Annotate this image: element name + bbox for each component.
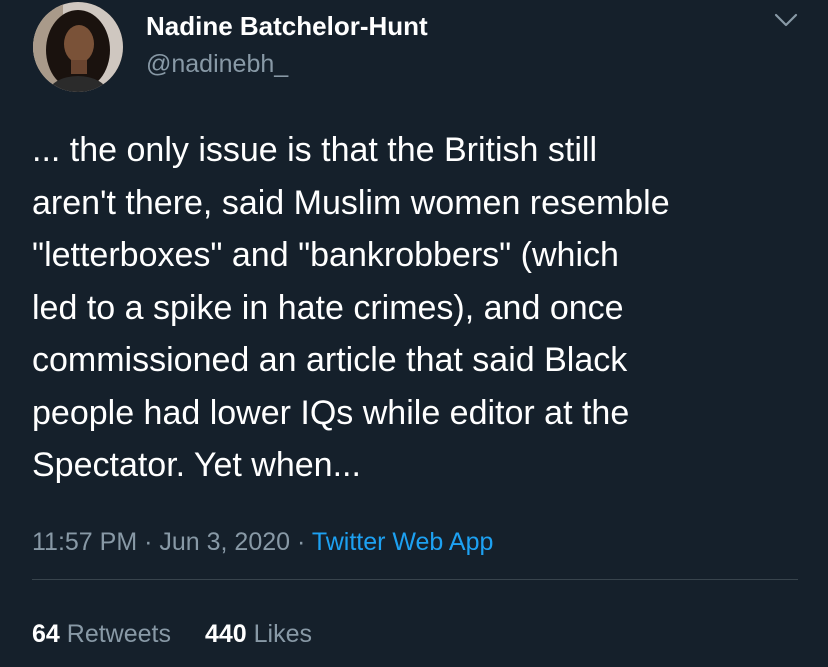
author-name[interactable]: Nadine Batchelor-Hunt — [146, 11, 428, 42]
likes-label: Likes — [253, 620, 313, 648]
author-handle[interactable]: @nadinebh_ — [146, 50, 288, 79]
avatar-photo — [33, 2, 123, 92]
chevron-down-icon[interactable] — [772, 10, 800, 30]
meta-separator: · — [290, 528, 312, 556]
tweet-card: Nadine Batchelor-Hunt @nadinebh_ ... the… — [0, 0, 828, 667]
tweet-source-link[interactable]: Twitter Web App — [312, 528, 494, 556]
retweets-stat[interactable]: 64 Retweets — [32, 620, 171, 648]
meta-separator: · — [137, 528, 160, 556]
tweet-stats: 64 Retweets 440 Likes — [32, 620, 312, 649]
tweet-time[interactable]: 11:57 PM — [32, 528, 137, 556]
retweets-count: 64 — [32, 620, 60, 648]
likes-count: 440 — [204, 620, 247, 648]
retweets-label: Retweets — [66, 620, 171, 648]
divider — [32, 579, 798, 580]
tweet-text: ... the only issue is that the British s… — [32, 131, 670, 484]
tweet-metadata: 11:57 PM · Jun 3, 2020 · Twitter Web App — [32, 528, 493, 557]
avatar[interactable] — [33, 2, 123, 92]
likes-stat[interactable]: 440 Likes — [205, 620, 312, 648]
tweet-date[interactable]: Jun 3, 2020 — [159, 528, 290, 556]
